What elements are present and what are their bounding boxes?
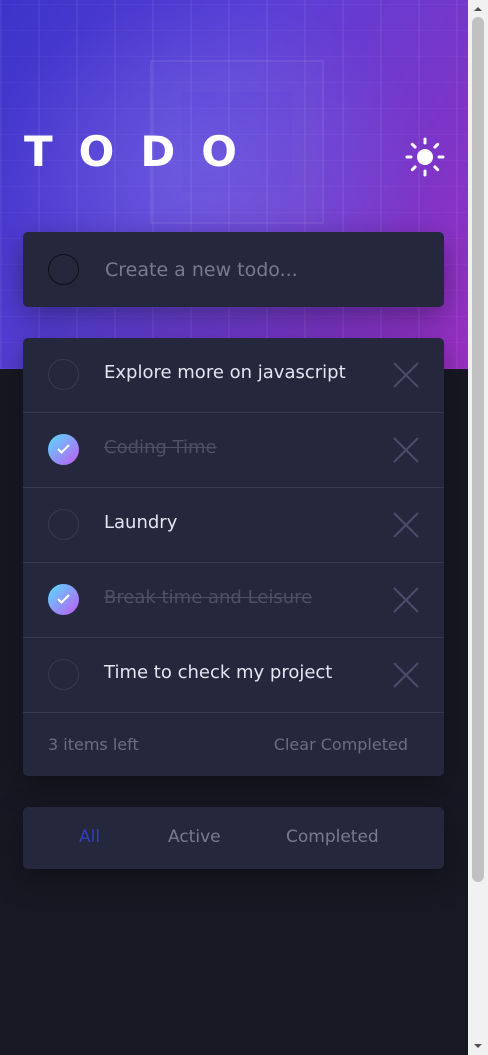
todo-item: Laundry — [23, 488, 444, 563]
todo-list: Explore more on javascript Coding Time L… — [23, 338, 444, 776]
new-todo-checkbox[interactable] — [48, 254, 79, 285]
scroll-up-arrow-icon[interactable] — [473, 4, 483, 14]
todo-checkbox[interactable] — [48, 359, 79, 390]
list-footer: 3 items left Clear Completed — [23, 713, 444, 776]
theme-toggle-button[interactable] — [404, 136, 446, 178]
delete-icon[interactable] — [393, 587, 419, 613]
items-left-count: 3 items left — [48, 735, 139, 754]
new-todo-card — [23, 232, 444, 307]
sun-icon — [405, 137, 445, 177]
todo-text[interactable]: Coding Time — [104, 437, 217, 458]
todo-checkbox[interactable] — [48, 509, 79, 540]
todo-checkbox-checked[interactable] — [48, 584, 79, 615]
check-icon — [57, 444, 70, 454]
filter-bar: All Active Completed — [23, 807, 444, 869]
todo-text[interactable]: Time to check my project — [104, 662, 332, 683]
delete-icon[interactable] — [393, 362, 419, 388]
todo-checkbox-checked[interactable] — [48, 434, 79, 465]
delete-icon[interactable] — [393, 662, 419, 688]
delete-icon[interactable] — [393, 437, 419, 463]
todo-item: Coding Time — [23, 413, 444, 488]
check-icon — [57, 594, 70, 604]
todo-text[interactable]: Explore more on javascript — [104, 362, 346, 383]
todo-app: TODO Explore more on javascript — [0, 0, 468, 1055]
delete-icon[interactable] — [393, 512, 419, 538]
new-todo-input[interactable] — [105, 250, 425, 290]
filter-all-button[interactable]: All — [79, 827, 100, 847]
filter-completed-button[interactable]: Completed — [286, 827, 379, 847]
clear-completed-button[interactable]: Clear Completed — [274, 735, 408, 754]
todo-checkbox[interactable] — [48, 659, 79, 690]
header-background-image — [0, 0, 468, 369]
todo-text[interactable]: Break time and Leisure — [104, 587, 312, 608]
app-title: TODO — [24, 127, 263, 176]
todo-text[interactable]: Laundry — [104, 512, 177, 533]
filter-active-button[interactable]: Active — [168, 827, 221, 847]
todo-item: Break time and Leisure — [23, 563, 444, 638]
vertical-scrollbar[interactable] — [468, 0, 488, 1055]
scrollbar-thumb[interactable] — [472, 17, 484, 882]
todo-item: Explore more on javascript — [23, 338, 444, 413]
scroll-down-arrow-icon[interactable] — [473, 1041, 483, 1051]
todo-item: Time to check my project — [23, 638, 444, 713]
